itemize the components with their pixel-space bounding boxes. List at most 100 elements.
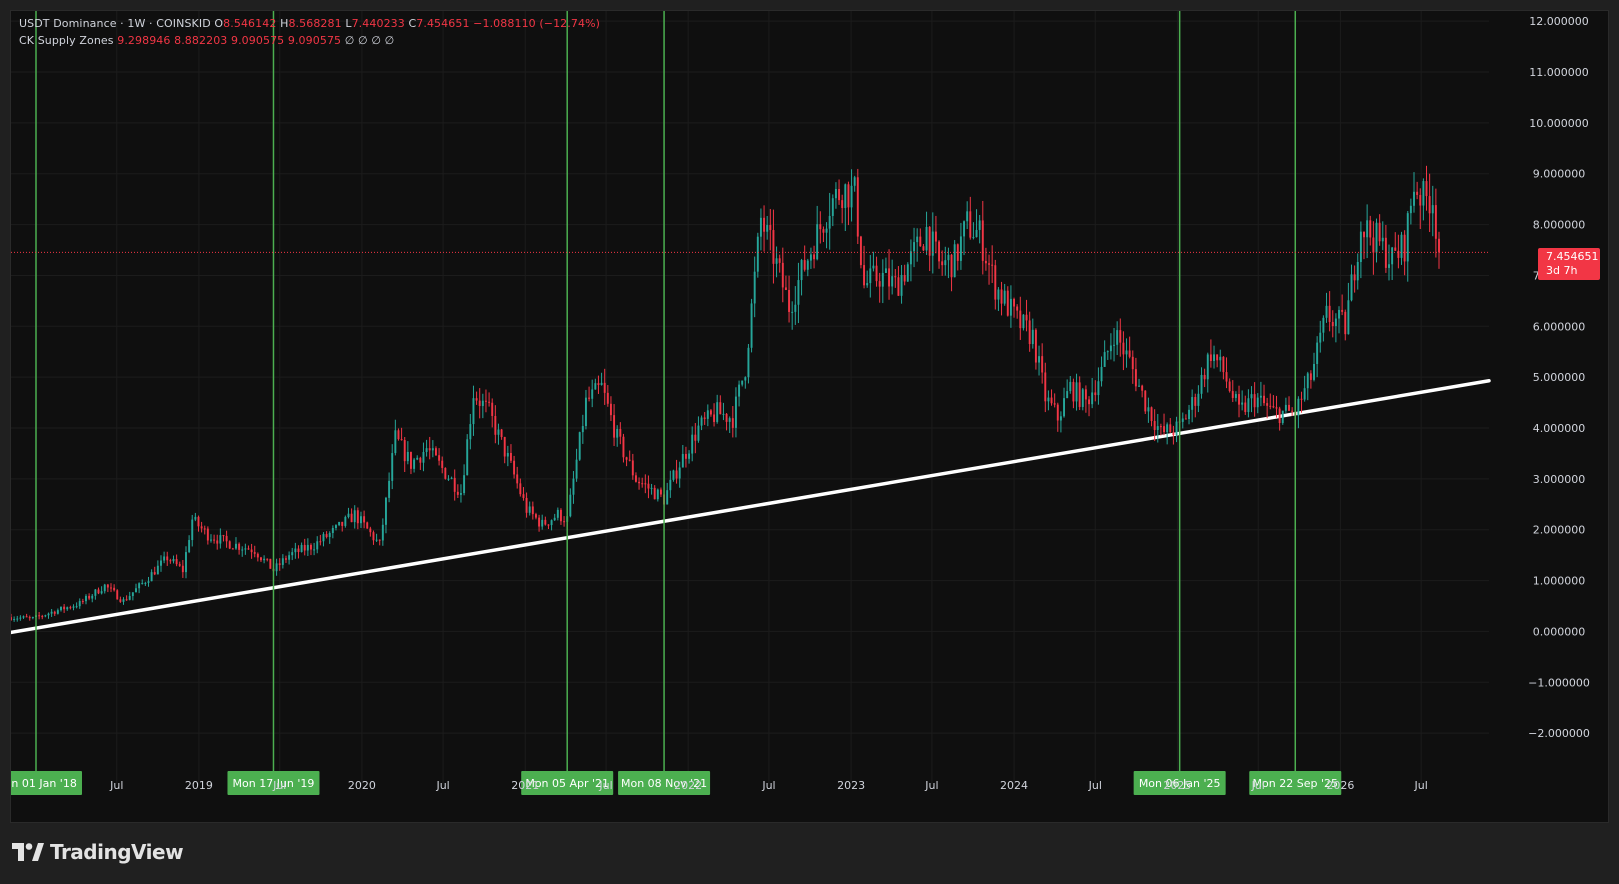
candle-body [1044,372,1047,402]
candle-body [741,380,744,385]
candle-body [22,616,25,618]
candle-body [675,470,678,479]
candle-body [1075,382,1078,402]
candle-body [228,541,231,549]
candle-body [697,425,700,441]
candle-body [919,236,922,247]
symbol-legend[interactable]: USDT Dominance · 1W · COINSKID O8.546142… [19,17,600,30]
candle-body [506,452,509,457]
candle-body [81,601,84,603]
candle-body [203,528,206,530]
candle-body [1434,205,1437,239]
candle-body [260,557,262,561]
candle-body [19,617,22,619]
candle-body [825,228,828,233]
candle-body [703,417,706,419]
candle-body [328,533,331,538]
time-tick-label: 2019 [185,779,213,792]
candle-body [1366,220,1369,238]
candle-body [450,477,453,479]
candle-body [734,396,737,428]
time-tick-label: Jul [924,779,938,792]
candle-body [11,617,12,620]
time-tick-label: 2021 [511,779,539,792]
candle-body [525,497,528,513]
candle-body [819,224,822,230]
candle-body [185,552,187,573]
candle-body [1059,416,1062,421]
price-tick-label: 0.000000 [1533,625,1586,638]
candle-body [947,254,950,261]
candle-body [1097,381,1100,396]
candle-body [813,254,816,260]
candle-body [1309,373,1312,380]
price-tick-label: 12.000000 [1529,15,1589,28]
candle-body [1247,398,1250,413]
candlestick-chart[interactable]: Mon 01 Jan '18Mon 17 Jun '19Mon 05 Apr '… [11,11,1608,822]
candle-body [613,415,616,438]
candle-body [388,480,391,498]
candle-body [1166,424,1169,433]
candle-body [1013,298,1016,307]
candle-body [1000,289,1003,304]
candle-body [1159,426,1162,428]
indicator-name[interactable]: CK Supply Zones [19,34,114,47]
candle-body [1119,330,1122,343]
candle-body [1288,404,1290,411]
indicator-legend[interactable]: CK Supply Zones 9.298946 8.882203 9.0905… [19,34,394,47]
candle-body [1213,354,1215,361]
candle-body [319,541,322,543]
candle-body [903,274,906,282]
candle-body [581,426,584,433]
candle-body [191,519,194,541]
candle-body [1088,399,1091,405]
candle-body [1347,300,1350,335]
candle-body [753,271,756,304]
candle-body [1253,394,1256,408]
price-tick-label: −1.000000 [1528,676,1590,689]
candle-body [197,516,200,527]
candle-body [647,483,650,489]
candle-body [653,487,656,500]
vertical-markers: Mon 01 Jan '18Mon 17 Jun '19Mon 05 Apr '… [11,11,1342,795]
time-tick-label: 2022 [674,779,702,792]
candle-body [991,264,994,266]
chart-pane[interactable]: Mon 01 Jan '18Mon 17 Jun '19Mon 05 Apr '… [10,10,1609,823]
candle-body [250,549,253,553]
candle-body [322,534,325,542]
candle-body [981,220,984,261]
time-tick-label: 2025 [1163,779,1191,792]
symbol-title[interactable]: USDT Dominance · 1W · COINSKID [19,17,211,30]
tradingview-logo-icon [12,843,44,861]
tradingview-logo[interactable]: TradingView [12,840,184,864]
candle-body [559,509,562,522]
candle-body [1306,373,1309,389]
candle-body [1419,194,1422,206]
candle-body [106,584,109,588]
candle-body [253,552,256,554]
candle-body [1328,305,1331,322]
candle-body [200,526,203,529]
candle-body [1225,372,1228,382]
candle-body [297,548,300,552]
candle-body [194,516,197,520]
candle-body [1325,305,1328,318]
candle-body [1331,321,1334,327]
candle-body [691,434,694,454]
candle-body [1125,350,1128,355]
candle-body [1138,385,1140,387]
candle-body [303,544,306,551]
candle-body [1144,390,1147,412]
candle-body [925,226,928,251]
price-tick-label: 4.000000 [1533,422,1586,435]
candle-body [1284,404,1287,411]
candle-body [131,592,134,597]
candle-body [716,402,719,422]
candle-body [500,429,503,438]
candle-body [1016,306,1019,311]
candle-body [463,475,466,494]
candle-body [163,556,166,561]
candle-body [1384,237,1387,268]
candle-body [631,460,634,476]
candle-body [684,453,687,459]
